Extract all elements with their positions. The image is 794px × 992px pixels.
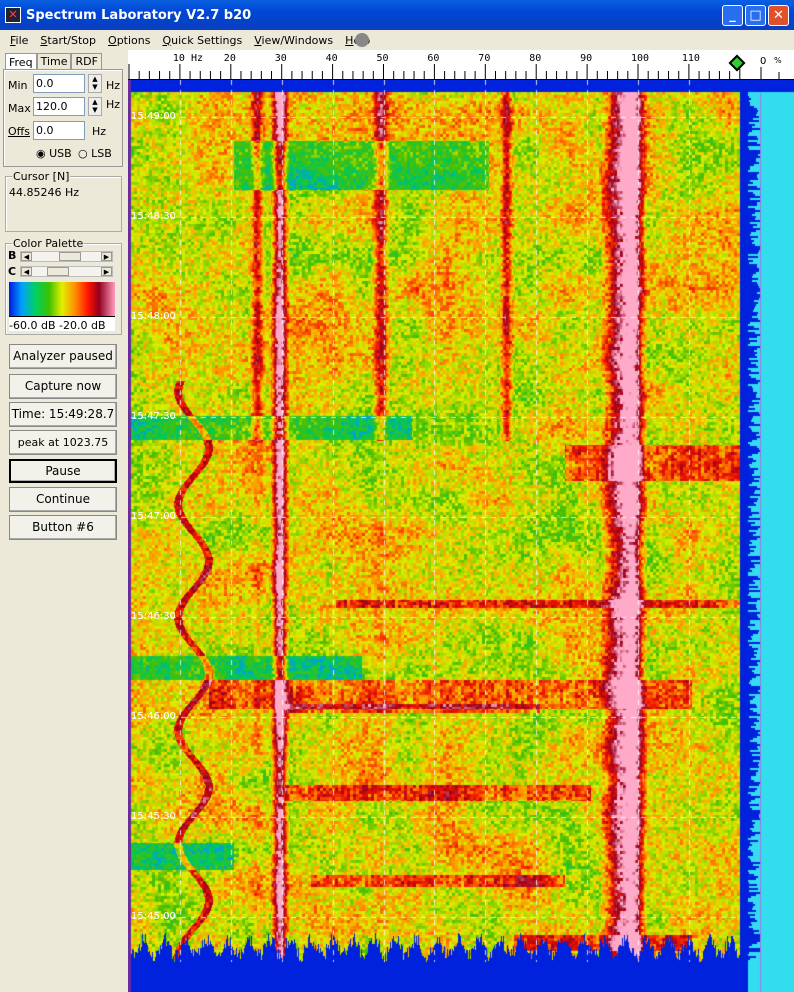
capture-now-button[interactable]: Capture now: [9, 374, 117, 399]
pause-button[interactable]: Pause: [9, 459, 117, 483]
time-label: 15:48:00: [131, 311, 176, 322]
analyzer-paused-button[interactable]: Analyzer paused: [9, 344, 117, 369]
waterfall-spectrogram[interactable]: [128, 80, 794, 992]
app-icon: ✕: [5, 7, 21, 23]
tab-rdf[interactable]: RDF: [71, 53, 102, 70]
min-freq-input[interactable]: 0.0: [33, 74, 85, 93]
time-label: 15:49:00: [131, 111, 176, 122]
cursor-title: Cursor [N]: [12, 170, 71, 183]
tick-label-20: 20: [223, 53, 236, 64]
max-unit: Hz: [106, 98, 121, 111]
menu-file[interactable]: File: [4, 34, 34, 47]
title-bar: ✕ Spectrum Laboratory V2.7 b20 _ □ ✕: [0, 0, 794, 30]
menu-view-windows[interactable]: View/Windows: [248, 34, 339, 47]
tick-label-100: 100: [631, 53, 650, 64]
lsb-radio[interactable]: ○ LSB: [78, 147, 112, 160]
tick-label-70: 70: [478, 53, 491, 64]
max-freq-input[interactable]: 120.0: [33, 97, 85, 116]
control-panel: Freq Time RDF Min 0.0 ▲ ▼ Hz Max 120.0 ▲ ▼…: [0, 50, 126, 992]
time-label: 15:46:30: [131, 611, 176, 622]
tab-freq[interactable]: Freq: [5, 53, 37, 70]
usb-label: USB: [49, 147, 72, 160]
color-palette-group: Color Palette B ◀ ▶ C ◀ ▶ -60.0 dB -20.0 d…: [5, 237, 122, 335]
max-label: Max: [8, 102, 31, 115]
tick-label-90: 90: [580, 53, 593, 64]
time-label: 15:47:00: [131, 511, 176, 522]
continue-button[interactable]: Continue: [9, 487, 117, 512]
tick-label-60: 60: [427, 53, 440, 64]
time-label: 15:47:30: [131, 411, 176, 422]
time-label: 15:45:30: [131, 811, 176, 822]
min-freq-spinner[interactable]: ▲ ▼: [88, 74, 102, 93]
brightness-slider[interactable]: ◀ ▶: [20, 251, 113, 262]
waterfall-canvas[interactable]: [128, 80, 794, 992]
offs-unit: Hz: [92, 125, 107, 138]
cursor-value: 44.85246 Hz: [9, 186, 80, 199]
tab-time[interactable]: Time: [36, 53, 72, 70]
window-title: Spectrum Laboratory V2.7 b20: [26, 7, 252, 23]
menu-quick-settings[interactable]: Quick Settings: [156, 34, 248, 47]
offs-label[interactable]: Offs: [8, 125, 30, 138]
time-label: 15:48:30: [131, 211, 176, 222]
menu-bar: File Start/Stop Options Quick Settings V…: [0, 30, 794, 50]
tick-label-80: 80: [529, 53, 542, 64]
lsb-label: LSB: [91, 147, 112, 160]
brightness-label: B: [8, 249, 17, 262]
time-label: 15:46:00: [131, 711, 176, 722]
usb-radio[interactable]: ◉ USB: [36, 147, 72, 160]
tick-label-10: 10 Hz: [172, 53, 203, 64]
palette-scale: -60.0 dB -20.0 dB: [9, 316, 115, 332]
tick-label-40: 40: [325, 53, 338, 64]
min-unit: Hz: [106, 79, 121, 92]
palette-title: Color Palette: [12, 237, 85, 250]
menu-options[interactable]: Options: [102, 34, 156, 47]
frequency-scale[interactable]: 10 Hz 20 30 40 50 60 70 80 90 100 110 0 …: [128, 50, 794, 80]
percent-value: 0: [760, 56, 767, 67]
tick-label-50: 50: [376, 53, 389, 64]
min-label: Min: [8, 79, 28, 92]
contrast-label: C: [8, 265, 17, 278]
menu-start-stop[interactable]: Start/Stop: [34, 34, 102, 47]
offset-input[interactable]: 0.0: [33, 121, 85, 140]
minimize-button[interactable]: _: [722, 5, 743, 26]
palette-max-label: -20.0 dB: [59, 319, 106, 332]
time-label: 15:45:00: [131, 911, 176, 922]
max-freq-spinner[interactable]: ▲ ▼: [88, 97, 102, 116]
button-6[interactable]: Button #6: [9, 515, 117, 540]
maximize-button[interactable]: □: [745, 5, 766, 26]
status-indicator-icon: [355, 33, 369, 47]
tick-label-110: 110: [681, 53, 700, 64]
close-button[interactable]: ✕: [768, 5, 789, 26]
time-button[interactable]: Time: 15:49:28.7: [9, 402, 117, 427]
peak-button[interactable]: peak at 1023.75 Hz: [9, 430, 117, 472]
cursor-group: Cursor [N] 44.85246 Hz: [5, 170, 122, 232]
palette-min-label: -60.0 dB: [9, 319, 56, 332]
percent-unit: %: [774, 56, 782, 65]
contrast-slider[interactable]: ◀ ▶: [20, 266, 113, 277]
color-palette-bar: [9, 282, 115, 316]
tick-label-30: 30: [274, 53, 287, 64]
